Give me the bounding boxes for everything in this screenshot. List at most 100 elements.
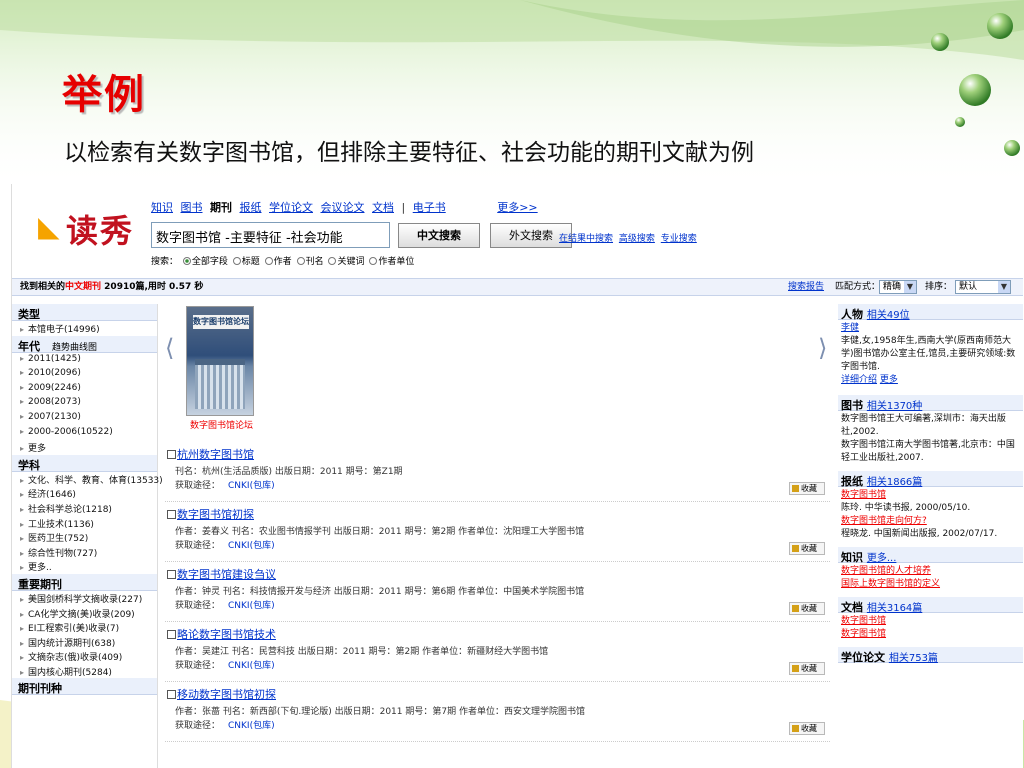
radio-author[interactable] xyxy=(264,257,273,265)
journal-caption-link[interactable]: 数字图书馆论坛 xyxy=(190,418,253,431)
knowledge-link[interactable]: 国际上数字图书馆的定义 xyxy=(841,578,1021,591)
search-input[interactable]: 数字图书馆 -主要特征 -社会功能 xyxy=(151,222,390,248)
nav-knowledge[interactable]: 知识 xyxy=(151,201,173,214)
doc-link[interactable]: 数字图书馆 xyxy=(841,628,1021,641)
radio-journal-name[interactable] xyxy=(296,257,305,265)
facet-item[interactable]: 文化、科学、教育、体育(13533) xyxy=(12,472,163,487)
match-value: 精确 xyxy=(883,282,902,292)
professional-search-link[interactable]: 专业搜索 xyxy=(661,234,697,244)
nav-books[interactable]: 图书 xyxy=(181,201,203,214)
match-select[interactable]: 精确 ▼ xyxy=(879,280,917,294)
facet-item[interactable]: 国内核心期刊(5284) xyxy=(12,664,157,679)
result-title-link[interactable]: 数字图书馆初探 xyxy=(177,508,254,521)
facet-item[interactable]: 医药卫生(752) xyxy=(12,530,157,545)
result-list: 杭州数字图书馆 刊名：杭州(生活品质版) 出版日期：2011 期号：第Z1期 获… xyxy=(165,442,830,742)
book-count-link[interactable]: 相关1370种 xyxy=(867,401,922,412)
facet-item[interactable]: 2010(2096) xyxy=(12,367,157,382)
facet-item[interactable]: 综合性刊物(727) xyxy=(12,545,157,560)
result-source: 获取途径： CNKI(包库) xyxy=(165,718,830,731)
result-checkbox[interactable] xyxy=(167,510,176,519)
chinese-search-button[interactable]: 中文搜索 xyxy=(398,223,480,248)
favorite-button[interactable]: 收藏 xyxy=(789,542,825,555)
knowledge-link[interactable]: 数字图书馆的人才培养 xyxy=(841,565,1021,578)
journal-cover-image[interactable]: 数字图书馆论坛 xyxy=(186,306,254,416)
paper-meta: 陈玲. 中华读书报, 2000/05/10. xyxy=(841,503,971,513)
facet-item[interactable]: 更多.. xyxy=(12,559,157,574)
doc-count-link[interactable]: 相关3164篇 xyxy=(867,603,922,614)
radio-keyword[interactable] xyxy=(328,257,337,265)
book-head-title: 图书 xyxy=(841,399,863,412)
source-label: 获取途径： xyxy=(175,481,221,491)
nav-newspapers[interactable]: 报纸 xyxy=(240,201,262,214)
nav-more[interactable]: 更多>> xyxy=(497,201,537,214)
nav-conference[interactable]: 会议论文 xyxy=(321,201,365,214)
favorite-button[interactable]: 收藏 xyxy=(789,482,825,495)
thesis-count-link[interactable]: 相关753篇 xyxy=(889,653,938,664)
facet-item[interactable]: 文摘杂志(俄)收录(409) xyxy=(12,649,157,664)
facet-item[interactable]: 工业技术(1136) xyxy=(12,516,157,531)
person-more-link[interactable]: 更多 xyxy=(880,375,898,385)
person-count-link[interactable]: 相关49位 xyxy=(867,310,910,321)
favorite-button[interactable]: 收藏 xyxy=(789,722,825,735)
result-checkbox[interactable] xyxy=(167,450,176,459)
radio-label: 刊名 xyxy=(305,257,324,267)
result-title-link[interactable]: 略论数字图书馆技术 xyxy=(177,628,276,641)
journal-carousel: 数字图书馆论坛 数字图书馆论坛 xyxy=(172,306,832,436)
result-title-link[interactable]: 数字图书馆建设刍议 xyxy=(177,568,276,581)
related-doc-head: 文档 相关3164篇 xyxy=(838,597,1023,614)
search-time: 0.57 秒 xyxy=(169,282,204,292)
source-link[interactable]: CNKI(包库) xyxy=(228,661,275,671)
sort-select[interactable]: 默认 ▼ xyxy=(955,280,1011,294)
facet-item[interactable]: EI工程索引(美)收录(7) xyxy=(12,620,157,635)
result-checkbox[interactable] xyxy=(167,570,176,579)
source-link[interactable]: CNKI(包库) xyxy=(228,721,275,731)
trend-chart-link[interactable]: 趋势曲线图 xyxy=(52,343,97,353)
result-title-link[interactable]: 移动数字图书馆初探 xyxy=(177,688,276,701)
person-detail-link[interactable]: 详细介绍 xyxy=(841,375,877,385)
facet-item[interactable]: 2009(2246) xyxy=(12,382,157,397)
result-checkbox[interactable] xyxy=(167,630,176,639)
paper-meta: 程晓龙. 中国新闻出版报, 2002/07/17. xyxy=(841,529,998,539)
paper-title-link[interactable]: 数字图书馆走向何方? xyxy=(841,515,1021,528)
search-in-results-link[interactable]: 在结果中搜索 xyxy=(559,234,613,244)
nav-documents[interactable]: 文档 xyxy=(372,201,394,214)
nav-theses[interactable]: 学位论文 xyxy=(269,201,313,214)
radio-all-fields[interactable] xyxy=(182,257,191,265)
knowledge-more-link[interactable]: 更多... xyxy=(867,553,897,564)
facet-item[interactable]: 2000-2006(10522) xyxy=(12,426,157,441)
facet-item[interactable]: 国内统计源期刊(638) xyxy=(12,635,157,650)
paper-title-link[interactable]: 数字图书馆 xyxy=(841,489,1021,502)
related-book-item[interactable]: 数字图书馆王大可编著,深圳市：海天出版社,2002. xyxy=(841,413,1021,439)
nav-journals[interactable]: 期刊 xyxy=(210,201,232,214)
favorite-button[interactable]: 收藏 xyxy=(789,662,825,675)
facet-item[interactable]: 2011(1425) xyxy=(12,353,157,368)
radio-title[interactable] xyxy=(232,257,241,265)
advanced-search-link[interactable]: 高级搜索 xyxy=(619,234,655,244)
paper-count-link[interactable]: 相关1866篇 xyxy=(867,477,922,488)
person-name-link[interactable]: 李健 xyxy=(841,322,1021,335)
search-field-options: 搜索： 全部字段 标题 作者 刊名 关键词 作者单位 xyxy=(151,254,414,267)
related-book-item[interactable]: 数字图书馆江南大学图书馆著,北京市：中国轻工业出版社,2007. xyxy=(841,439,1021,465)
facet-item[interactable]: 美国剑桥科学文摘收录(227) xyxy=(12,591,157,606)
facet-item[interactable]: CA化学文摘(美)收录(209) xyxy=(12,606,157,621)
favorite-button[interactable]: 收藏 xyxy=(789,602,825,615)
thesis-head-title: 学位论文 xyxy=(841,651,885,664)
radio-author-unit[interactable] xyxy=(369,257,378,265)
source-link[interactable]: CNKI(包库) xyxy=(228,541,275,551)
facet-item[interactable]: 更多 xyxy=(12,440,157,455)
nav-ebooks[interactable]: 电子书 xyxy=(413,201,446,214)
source-link[interactable]: CNKI(包库) xyxy=(228,601,275,611)
related-paper-head: 报纸 相关1866篇 xyxy=(838,471,1023,488)
facet-item[interactable]: 2007(2130) xyxy=(12,411,157,426)
facet-item[interactable]: 经济(1646) xyxy=(12,486,157,501)
facet-item[interactable]: 本馆电子(14996) xyxy=(12,321,157,336)
result-meta: 刊名：杭州(生活品质版) 出版日期：2011 期号：第Z1期 xyxy=(175,467,403,477)
doc-link[interactable]: 数字图书馆 xyxy=(841,615,1021,628)
result-item: 数字图书馆建设刍议 作者：钟灵 刊名：科技情报开发与经济 出版日期：2011 期… xyxy=(165,562,830,622)
search-report-link[interactable]: 搜索报告 xyxy=(788,279,824,295)
source-link[interactable]: CNKI(包库) xyxy=(228,481,275,491)
facet-item[interactable]: 社会科学总论(1218) xyxy=(12,501,157,516)
facet-item[interactable]: 2008(2073) xyxy=(12,396,157,411)
result-checkbox[interactable] xyxy=(167,690,176,699)
result-title-link[interactable]: 杭州数字图书馆 xyxy=(177,448,254,461)
